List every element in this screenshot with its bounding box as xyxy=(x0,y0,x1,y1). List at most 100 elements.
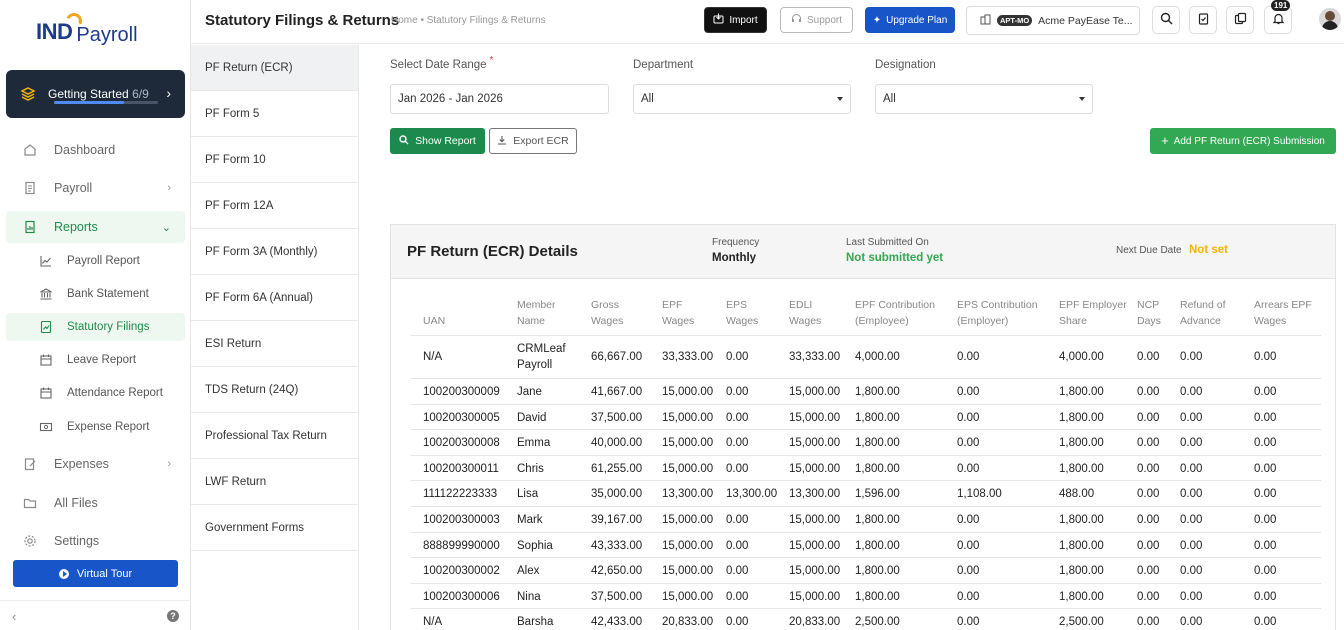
column-header[interactable]: EPF Wages xyxy=(662,297,724,329)
submenu-item-pf-form-12a[interactable]: PF Form 12A xyxy=(191,183,358,229)
search-button[interactable] xyxy=(1152,6,1180,34)
submenu-item-pf-return-ecr[interactable]: PF Return (ECR) xyxy=(191,45,358,91)
table-cell: Chris xyxy=(517,462,544,475)
submenu-item-pf-form-3a[interactable]: PF Form 3A (Monthly) xyxy=(191,229,358,275)
table-cell: 42,650.00 xyxy=(591,565,643,578)
table-cell: Barsha xyxy=(517,616,554,629)
column-header[interactable]: Gross Wages xyxy=(591,297,659,329)
column-header[interactable]: EPS Contribution (Employer) xyxy=(957,297,1057,329)
column-header[interactable]: EPS Wages xyxy=(726,297,786,329)
submenu-item-pf-form-10[interactable]: PF Form 10 xyxy=(191,137,358,183)
submenu-item-esi-return[interactable]: ESI Return xyxy=(191,321,358,367)
export-ecr-label: Export ECR xyxy=(513,135,569,147)
tasks-button[interactable] xyxy=(1189,6,1217,34)
avatar[interactable] xyxy=(1319,8,1341,30)
import-button[interactable]: Import xyxy=(704,7,767,33)
column-header-line: EPF Employer xyxy=(1059,299,1127,311)
table-cell: 0.00 xyxy=(957,590,980,603)
table-row[interactable]: 100200300008 Emma 40,000.00 15,000.00 0.00 15… xyxy=(411,430,1321,456)
submenu-item-lwf-return[interactable]: LWF Return xyxy=(191,459,358,505)
column-header[interactable]: Refund of Advance xyxy=(1180,297,1252,329)
sidebar-item-expenses[interactable]: Expenses › xyxy=(6,448,185,480)
table-cell: 0.00 xyxy=(1137,488,1160,501)
layers-icon xyxy=(20,86,36,102)
next-due-label: Next Due Date xyxy=(1116,245,1182,256)
table-row[interactable]: 100200300005 David 37,500.00 15,000.00 0.00 1… xyxy=(411,405,1321,431)
column-header[interactable]: EPF Employer Share xyxy=(1059,297,1135,329)
sidebar-item-statutory-filings[interactable]: Statutory Filings xyxy=(6,313,185,341)
collapse-sidebar-icon[interactable]: ‹ xyxy=(12,609,16,624)
table-row[interactable]: N/A CRMLeaf Payroll 66,667.00 33,333.00 0.00… xyxy=(411,337,1321,379)
chevron-right-icon: › xyxy=(166,85,171,101)
sidebar-item-reports[interactable]: Reports ⌄ xyxy=(6,211,185,243)
sidebar-item-bank-statement[interactable]: Bank Statement xyxy=(6,280,185,308)
table-cell: 111122223333 xyxy=(423,488,498,501)
sidebar-item-expense-report[interactable]: Expense Report xyxy=(6,413,185,441)
table-cell: 0.00 xyxy=(726,386,749,398)
column-header[interactable]: UAN xyxy=(423,297,513,329)
table-cell: 1,800.00 xyxy=(1059,386,1104,398)
virtual-tour-button[interactable]: Virtual Tour xyxy=(13,560,178,587)
designation-select[interactable]: All xyxy=(875,84,1093,114)
table-row[interactable]: 100200300002 Alex 42,650.00 15,000.00 0.00 15… xyxy=(411,558,1321,584)
table-row[interactable]: N/A Barsha 42,433.00 20,833.00 0.00 20,833.00… xyxy=(411,609,1321,630)
sidebar-item-leave-report[interactable]: Leave Report xyxy=(6,346,185,374)
table-cell: Sophia xyxy=(517,539,553,552)
sidebar-item-all-files[interactable]: All Files xyxy=(6,487,185,519)
table-row[interactable]: 111122223333 Lisa 35,000.00 13,300.00 13,300… xyxy=(411,481,1321,507)
table-cell: 37,500.00 xyxy=(591,590,643,603)
table-row[interactable]: 888899990000 Sophia 43,333.00 15,000.00 0.00… xyxy=(411,533,1321,559)
table-cell: 1,800.00 xyxy=(855,514,900,526)
submenu-item-pf-form-5[interactable]: PF Form 5 xyxy=(191,91,358,137)
sidebar-item-settings[interactable]: Settings xyxy=(6,525,185,557)
table-row[interactable]: 100200300011 Chris 61,255.00 15,000.00 0.00 1… xyxy=(411,456,1321,482)
sidebar: IND Payroll Getting Started 6/9 › Dashbo… xyxy=(0,0,191,630)
table-cell: 0.00 xyxy=(1180,386,1203,398)
export-ecr-button[interactable]: Export ECR xyxy=(489,128,577,154)
table-cell: 42,433.00 xyxy=(591,616,643,629)
frequency-value: Monthly xyxy=(712,252,757,264)
upgrade-plan-button[interactable]: ✦ Upgrade Plan xyxy=(865,7,955,33)
sidebar-item-payroll[interactable]: Payroll › xyxy=(6,172,185,204)
submenu-item-professional-tax[interactable]: Professional Tax Return xyxy=(191,413,358,459)
sidebar-item-payroll-report[interactable]: Payroll Report xyxy=(6,247,185,275)
getting-started-card[interactable]: Getting Started 6/9 › xyxy=(6,70,185,118)
table-row[interactable]: 100200300006 Nina 37,500.00 15,000.00 0.00 15… xyxy=(411,584,1321,610)
table-cell: 15,000.00 xyxy=(662,539,714,552)
column-header-line: Member xyxy=(517,299,556,311)
table-row[interactable]: 100200300003 Mark 39,167.00 15,000.00 0.00 15… xyxy=(411,507,1321,533)
show-report-button[interactable]: Show Report xyxy=(390,128,485,154)
submenu-item-government-forms[interactable]: Government Forms xyxy=(191,505,358,551)
app-logo[interactable]: IND Payroll xyxy=(36,10,138,50)
table-cell: 1,800.00 xyxy=(1059,539,1104,552)
table-cell: 0.00 xyxy=(726,616,749,629)
submenu-item-pf-form-6a[interactable]: PF Form 6A (Annual) xyxy=(191,275,358,321)
table-cell: 0.00 xyxy=(957,351,980,363)
column-header[interactable]: Member Name xyxy=(517,297,587,329)
copy-button[interactable] xyxy=(1226,6,1254,34)
column-header[interactable]: NCP Days xyxy=(1137,297,1179,329)
table-cell: 13,300.00 xyxy=(789,488,841,501)
panel-header: PF Return (ECR) Details Frequency Monthl… xyxy=(391,225,1335,279)
gear-icon xyxy=(22,533,38,549)
table-cell: 0.00 xyxy=(957,437,980,450)
column-header[interactable]: Arrears EPF Wages xyxy=(1254,297,1324,329)
add-pf-return-button[interactable]: + Add PF Return (ECR) Submission xyxy=(1150,128,1336,154)
company-switcher[interactable]: APT-MO Acme PayEase Te... xyxy=(966,6,1140,35)
submenu-item-tds-return[interactable]: TDS Return (24Q) xyxy=(191,367,358,413)
department-select[interactable]: All xyxy=(633,84,851,114)
department-value: All xyxy=(641,93,654,105)
table-cell: 0.00 xyxy=(957,616,980,629)
help-icon[interactable]: ? xyxy=(167,610,179,622)
table-cell: David xyxy=(517,411,547,424)
support-button[interactable]: Support xyxy=(780,7,853,33)
table-cell: 0.00 xyxy=(1137,437,1160,450)
table-row[interactable]: 100200300009 Jane 41,667.00 15,000.00 0.00 15… xyxy=(411,379,1321,405)
date-range-input[interactable]: Jan 2026 - Jan 2026 xyxy=(390,84,609,114)
column-header[interactable]: EPF Contribution (Employee) xyxy=(855,297,955,329)
table-cell: 15,000.00 xyxy=(662,462,714,475)
column-header[interactable]: EDLI Wages xyxy=(789,297,853,329)
sidebar-item-dashboard[interactable]: Dashboard xyxy=(6,134,185,166)
sidebar-item-attendance-report[interactable]: Attendance Report xyxy=(6,379,185,407)
table-cell: 2,500.00 xyxy=(855,616,900,629)
